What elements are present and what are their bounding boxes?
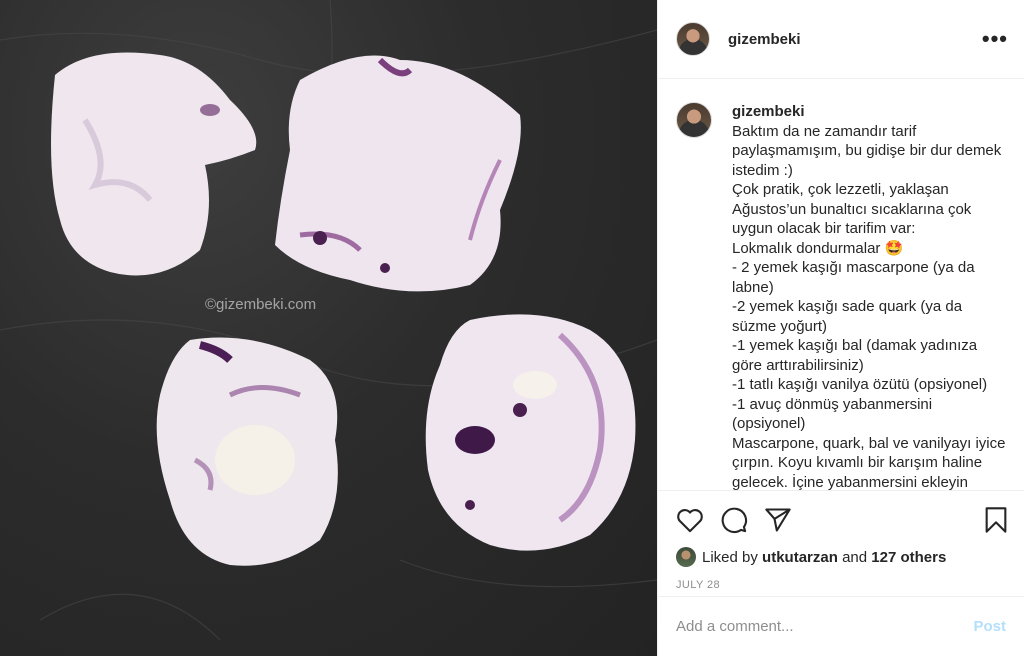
liker-avatar[interactable]	[676, 547, 696, 567]
caption-line: -1 avuç dönmüş yabanmersini (opsiyonel)	[732, 395, 933, 433]
caption-text: gizembeki Baktım da ne zamandır tarif pay…	[732, 102, 1008, 490]
yogurt-bite-2	[275, 55, 521, 292]
caption-line: Mascarpone, quark, bal ve vanilyayı iyic…	[732, 434, 1006, 491]
post-comment-button[interactable]: Post	[973, 618, 1006, 635]
liked-by-label: Liked by	[702, 548, 758, 566]
comment-bubble-icon[interactable]	[720, 506, 748, 534]
caption-line: -1 yemek kaşığı bal (damak yadınıza göre…	[732, 337, 978, 374]
caption-line: Çok pratik, çok lezzetli, yaklaşan Ağust…	[732, 181, 972, 237]
caption-line: - 2 yemek kaşığı mascarpone (ya da labne…	[732, 259, 975, 296]
caption-line: -1 tatlı kaşığı vanilya özütü (opsiyonel…	[732, 376, 988, 393]
comment-box: Post	[658, 596, 1024, 656]
caption-avatar[interactable]	[676, 102, 712, 138]
yogurt-bite-3	[156, 337, 338, 566]
share-paper-plane-icon[interactable]	[764, 507, 792, 533]
yogurt-bite-4	[425, 314, 636, 551]
like-heart-icon[interactable]	[676, 507, 704, 533]
photo-watermark: ©gizembeki.com	[205, 296, 317, 313]
post-date[interactable]: JULY 28	[676, 579, 1008, 591]
post-side-panel: gizembeki ••• gizembeki Baktım da ne zama…	[657, 0, 1024, 656]
post-photo[interactable]: ©gizembeki.com	[0, 0, 657, 656]
post-actions: Liked by utkutarzan and 127 others JULY …	[658, 490, 1024, 591]
others-count-link[interactable]: 127 others	[871, 549, 946, 566]
comment-input[interactable]	[676, 618, 974, 635]
and-label: and	[842, 548, 868, 566]
caption-line: Baktım da ne zamandır tarif paylaşmamışı…	[732, 122, 1002, 179]
caption-line: Lokmalık dondurmalar 🤩	[732, 239, 904, 257]
more-options-icon[interactable]: •••	[982, 28, 1008, 50]
post-header: gizembeki •••	[658, 0, 1024, 79]
author-avatar[interactable]	[676, 22, 710, 56]
yogurt-bite-1	[51, 52, 257, 276]
caption-line: -2 yemek kaşığı sade quark (ya da süzme …	[732, 298, 963, 335]
caption-area: gizembeki Baktım da ne zamandır tarif pay…	[658, 80, 1024, 490]
author-username[interactable]: gizembeki	[728, 31, 982, 48]
frozen-yogurt-bites-image	[0, 0, 657, 641]
caption-username[interactable]: gizembeki	[732, 103, 805, 120]
likes-summary: Liked by utkutarzan and 127 others	[676, 547, 1008, 567]
liker-username[interactable]: utkutarzan	[762, 549, 838, 566]
action-icons-row	[676, 505, 1008, 535]
save-bookmark-icon[interactable]	[984, 506, 1008, 534]
